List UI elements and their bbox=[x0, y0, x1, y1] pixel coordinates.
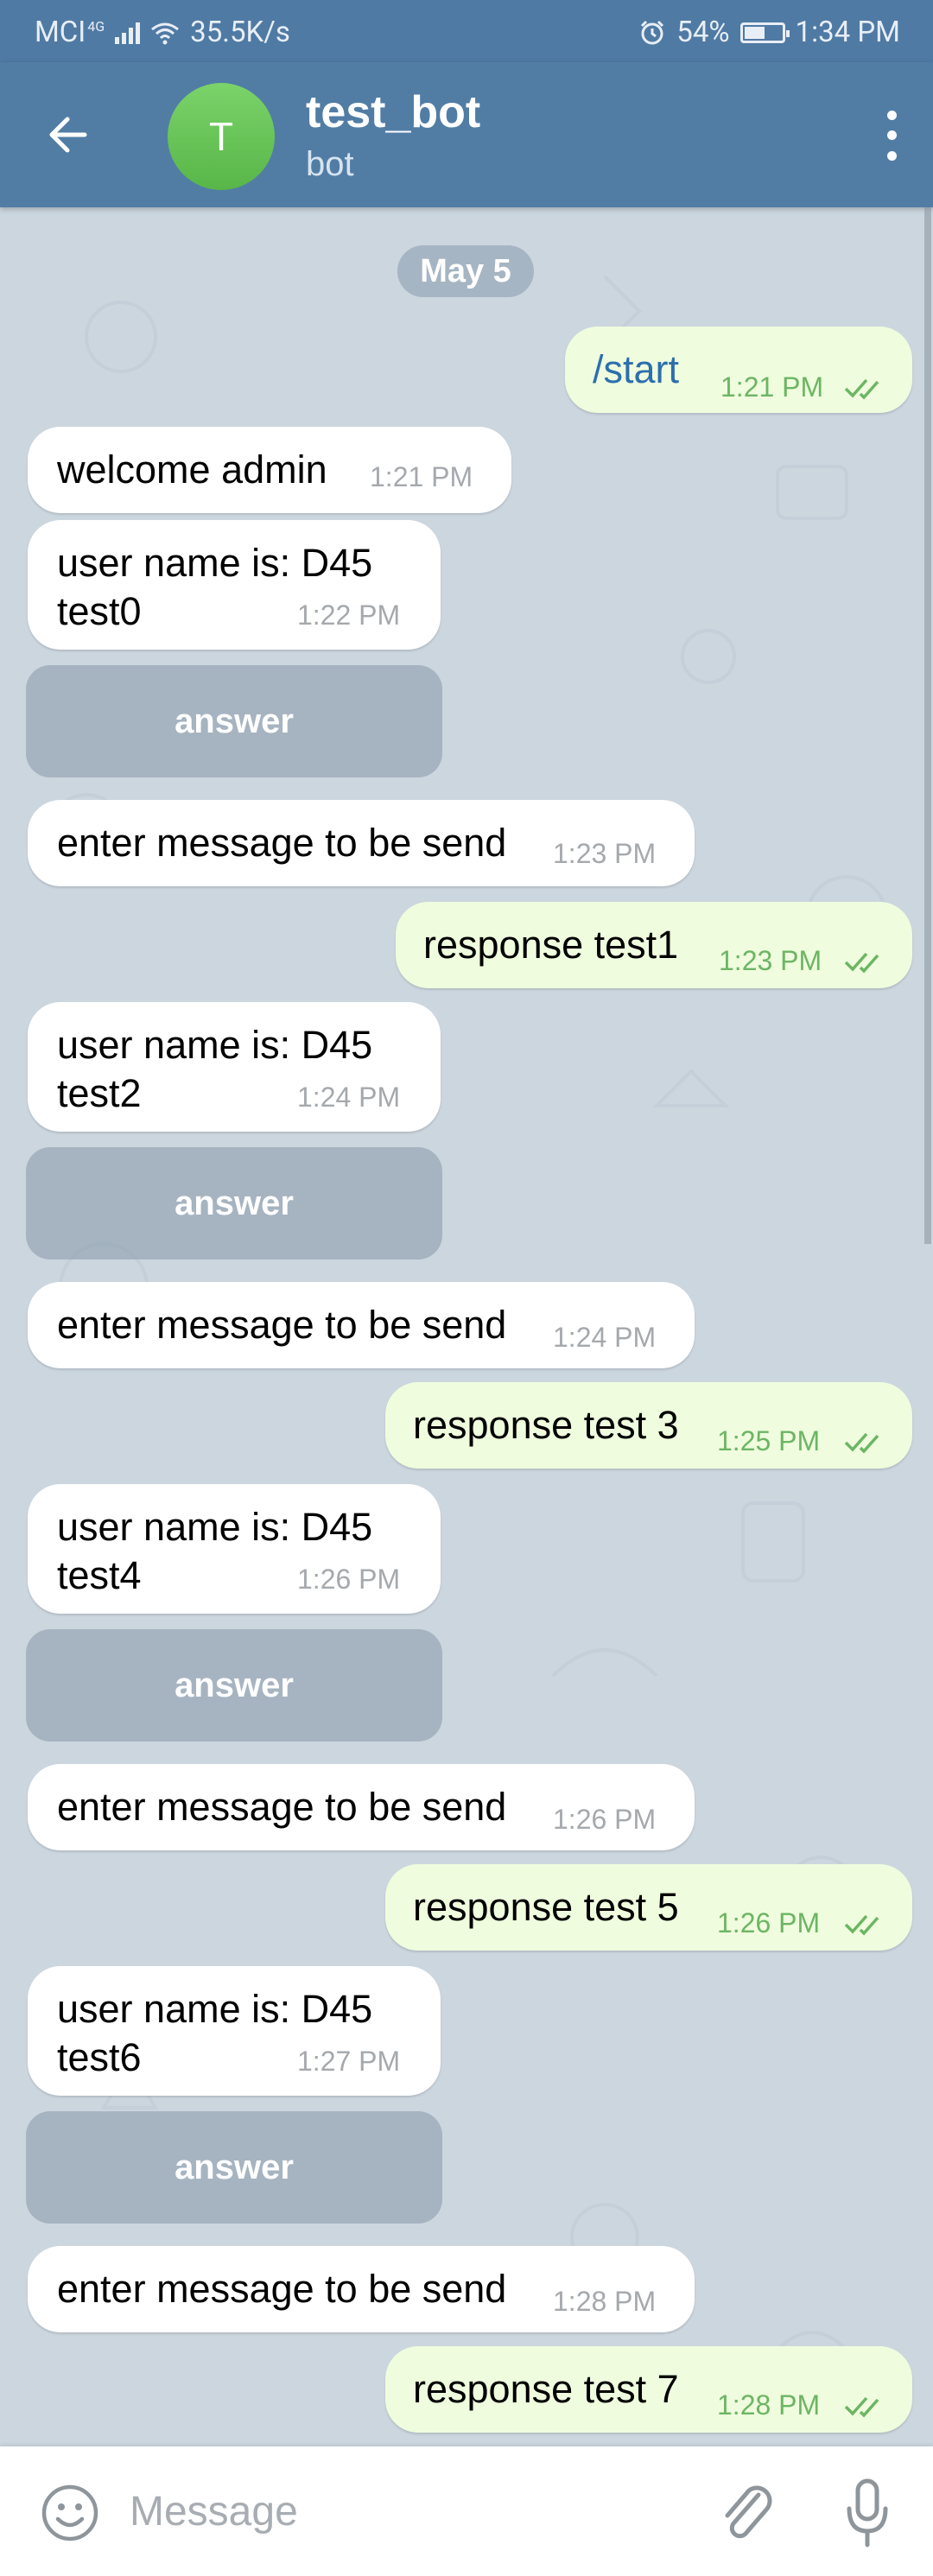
status-bar: MCI 4G 35.5K/s 54% 1:34 PM bbox=[0, 0, 933, 62]
message-text: response test 7 bbox=[413, 2367, 679, 2411]
answer-button[interactable]: answer bbox=[26, 1629, 442, 1742]
carrier-label: MCI bbox=[35, 16, 86, 49]
message-time: 1:22 PM bbox=[297, 600, 401, 631]
incoming-message[interactable]: user name is: D45 test2 1:24 PM bbox=[28, 1002, 441, 1132]
incoming-message[interactable]: enter message to be send 1:26 PM bbox=[28, 1764, 695, 1850]
attach-icon[interactable] bbox=[717, 2479, 778, 2548]
message-text: /start bbox=[593, 347, 680, 391]
double-check-icon bbox=[844, 378, 879, 400]
clock: 1:34 PM bbox=[795, 16, 900, 49]
alarm-icon bbox=[641, 20, 664, 44]
incoming-message[interactable]: welcome admin 1:21 PM bbox=[28, 427, 511, 513]
message-text: enter message to be send bbox=[57, 821, 507, 865]
outgoing-message[interactable]: response test1 1:23 PM bbox=[396, 902, 912, 988]
wifi-icon bbox=[151, 22, 180, 44]
message-text: enter message to be send bbox=[57, 2267, 507, 2311]
double-check-icon bbox=[844, 2396, 879, 2418]
message-text: enter message to be send bbox=[57, 1303, 507, 1347]
status-right: 54% 1:34 PM bbox=[638, 16, 900, 49]
message-time: 1:26 PM bbox=[553, 1804, 657, 1835]
incoming-message[interactable]: enter message to be send 1:24 PM bbox=[28, 1282, 695, 1368]
incoming-message[interactable]: enter message to be send 1:28 PM bbox=[28, 2246, 695, 2332]
message-text: welcome admin bbox=[57, 447, 327, 492]
signal-icon bbox=[115, 22, 141, 44]
message-time: 1:21 PM bbox=[720, 371, 824, 403]
message-time: 1:23 PM bbox=[719, 945, 822, 976]
scrollbar[interactable] bbox=[924, 207, 931, 1244]
back-arrow-icon[interactable] bbox=[41, 107, 97, 162]
message-time: 1:28 PM bbox=[717, 2389, 821, 2421]
status-left: MCI 4G 35.5K/s bbox=[35, 16, 290, 49]
avatar-letter: T bbox=[208, 114, 234, 159]
message-text: response test 5 bbox=[413, 1885, 679, 1929]
message-list[interactable]: May 5 /start 1:21 PM welcome admin 1:21 … bbox=[0, 207, 933, 2446]
message-text: enter message to be send bbox=[57, 1785, 507, 1829]
date-divider: May 5 bbox=[397, 245, 534, 297]
incoming-message[interactable]: enter message to be send 1:23 PM bbox=[28, 800, 695, 886]
chat-subtitle: bot bbox=[306, 145, 354, 183]
message-time: 1:28 PM bbox=[553, 2286, 657, 2317]
network-type-label: 4G bbox=[87, 18, 105, 35]
more-options-icon[interactable] bbox=[876, 105, 907, 166]
double-check-icon bbox=[844, 1914, 879, 1936]
message-text: response test 3 bbox=[413, 1403, 679, 1447]
microphone-icon[interactable] bbox=[841, 2478, 893, 2550]
message-time: 1:26 PM bbox=[297, 1564, 401, 1595]
outgoing-message[interactable]: response test 3 1:25 PM bbox=[385, 1382, 912, 1469]
answer-button[interactable]: answer bbox=[26, 1147, 442, 1259]
net-speed-label: 35.5K/s bbox=[190, 16, 290, 49]
avatar[interactable]: T bbox=[168, 83, 275, 190]
chat-header: T test_bot bot bbox=[0, 62, 933, 207]
message-input[interactable]: Message bbox=[130, 2488, 298, 2535]
outgoing-message[interactable]: response test 7 1:28 PM bbox=[385, 2346, 912, 2433]
message-time: 1:23 PM bbox=[553, 838, 657, 869]
message-time: 1:25 PM bbox=[717, 1425, 821, 1456]
double-check-icon bbox=[844, 1432, 879, 1454]
incoming-message[interactable]: user name is: D45 test4 1:26 PM bbox=[28, 1484, 441, 1614]
outgoing-message[interactable]: /start 1:21 PM bbox=[565, 327, 912, 413]
outgoing-message[interactable]: response test 5 1:26 PM bbox=[385, 1864, 912, 1951]
chat-title[interactable]: test_bot bbox=[306, 86, 480, 138]
message-composer: Message bbox=[0, 2446, 933, 2576]
battery-percent: 54% bbox=[676, 16, 730, 49]
incoming-message[interactable]: user name is: D45 test0 1:22 PM bbox=[28, 520, 441, 650]
incoming-message[interactable]: user name is: D45 test6 1:27 PM bbox=[28, 1966, 441, 2096]
message-time: 1:24 PM bbox=[553, 1322, 657, 1353]
message-time: 1:27 PM bbox=[297, 2046, 401, 2077]
double-check-icon bbox=[844, 952, 879, 974]
emoji-icon[interactable] bbox=[40, 2483, 100, 2543]
answer-button[interactable]: answer bbox=[26, 665, 442, 777]
message-text: response test1 bbox=[423, 923, 679, 967]
message-time: 1:24 PM bbox=[297, 1082, 401, 1113]
answer-button[interactable]: answer bbox=[26, 2111, 442, 2224]
battery-icon bbox=[739, 22, 790, 43]
message-time: 1:21 PM bbox=[370, 461, 473, 492]
message-time: 1:26 PM bbox=[717, 1907, 821, 1938]
